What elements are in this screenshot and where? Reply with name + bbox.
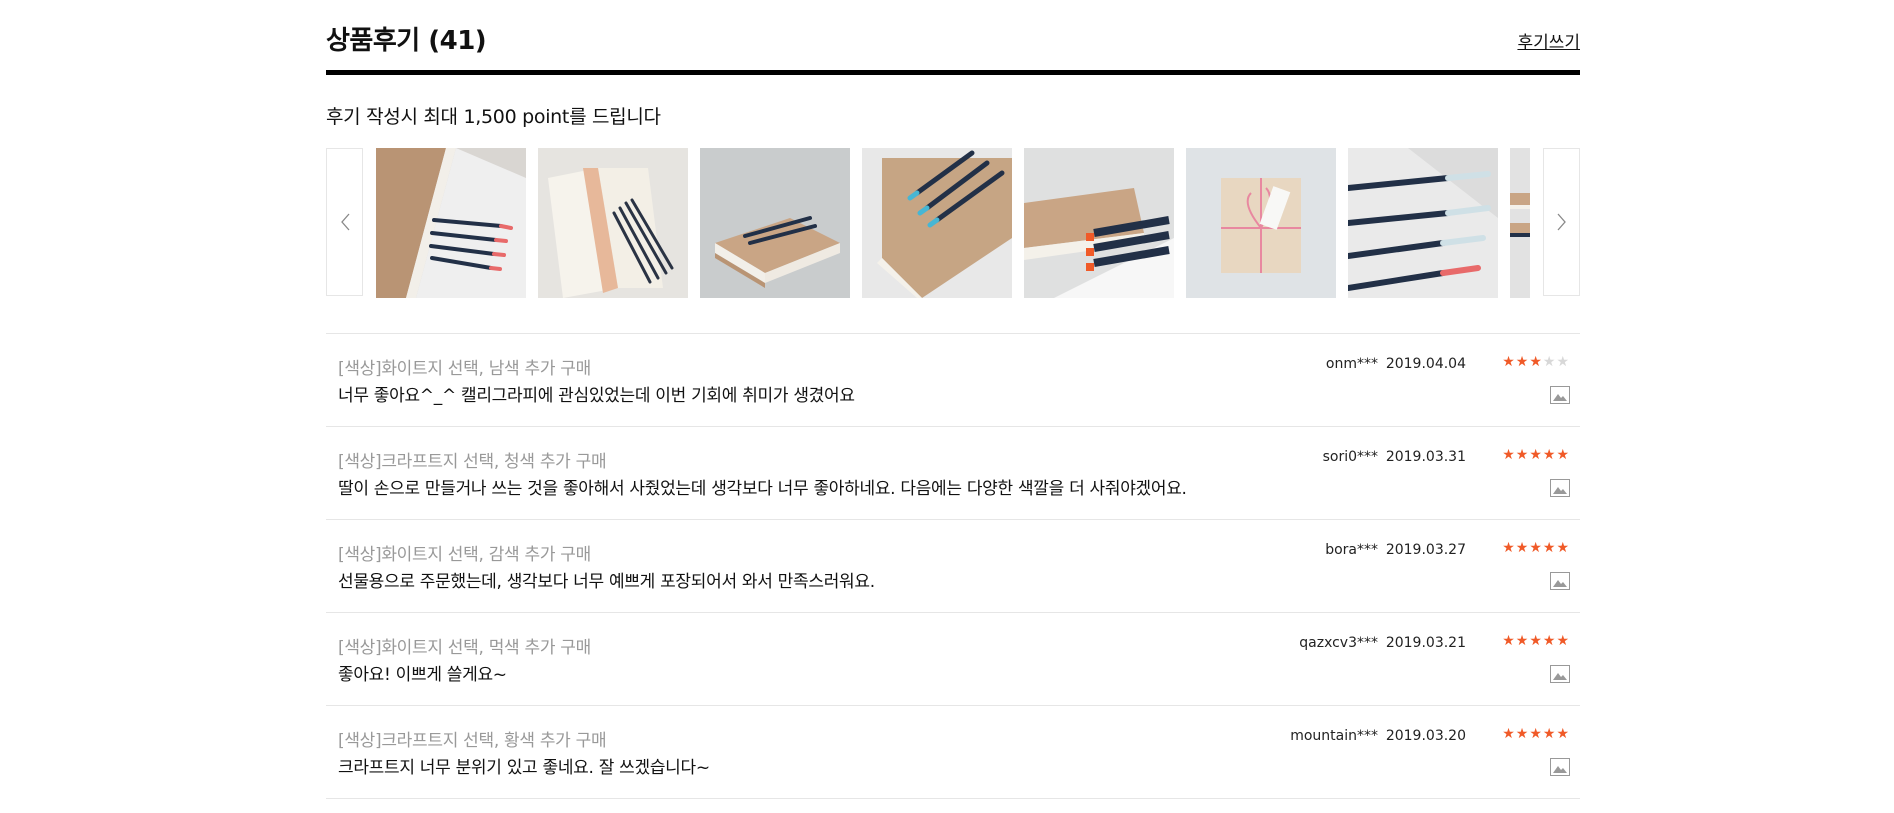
star-filled-icon: ★ [1502,354,1516,370]
write-review-link[interactable]: 후기쓰기 [1517,28,1580,53]
pens-in-row-photo [1348,148,1498,298]
star-filled-icon: ★ [1529,354,1543,370]
review-date: 2019.03.20 [1385,728,1466,744]
star-filled-icon: ★ [1515,354,1530,370]
review-item[interactable]: [색상]크라프트지 선택, 청색 추가 구매 딸이 손으로 만들거나 쓰는 것을… [326,427,1580,520]
review-thumbnail[interactable] [538,148,688,298]
star-rating: ★★★★★ [1502,633,1570,649]
reviews-section: 상품후기 (41) 후기쓰기 후기 작성시 최대 1,500 point를 드립… [326,0,1580,799]
star-filled-icon: ★ [1542,633,1557,649]
chevron-right-icon [1557,213,1566,231]
reviews-header: 상품후기 (41) 후기쓰기 [326,0,1580,76]
pens-on-notebooks-photo [700,148,850,298]
chevron-left-icon [340,213,349,231]
review-item[interactable]: [색상]화이트지 선택, 감색 추가 구매 선물용으로 주문했는데, 생각보다 … [326,520,1580,613]
notebook-with-pens-photo [376,148,526,298]
review-item[interactable]: [색상]화이트지 선택, 먹색 추가 구매 좋아요! 이쁘게 쓸게요~ qazx… [326,613,1580,706]
pens-on-kraft-notebooks-photo [862,148,1012,298]
open-notebook-with-pens-photo [538,148,688,298]
star-filled-icon: ★ [1502,633,1516,649]
review-date: 2019.03.31 [1385,449,1466,465]
review-text: 너무 좋아요^_^ 캘리그라피에 관심있었는데 이번 기회에 취미가 생겼어요 [338,386,855,406]
carousel-prev-button[interactable] [326,148,363,296]
star-rating: ★★★★★ [1502,726,1570,742]
review-date: 2019.03.21 [1385,635,1466,651]
star-rating: ★★★★★ [1502,447,1570,463]
review-option: [색상]화이트지 선택, 먹색 추가 구매 [338,638,591,658]
review-text: 크라프트지 너무 분위기 있고 좋네요. 잘 쓰겠습니다~ [338,758,710,778]
review-text: 좋아요! 이쁘게 쓸게요~ [338,665,507,685]
star-filled-icon: ★ [1502,447,1516,463]
photo-attachment-icon[interactable] [1550,758,1570,776]
header-divider [326,70,1580,75]
star-rating: ★★★★★ [1502,354,1570,370]
wrapped-gift-photo [1186,148,1336,298]
star-filled-icon: ★ [1502,726,1516,742]
star-empty-icon: ★ [1556,354,1570,370]
carousel-next-button[interactable] [1543,148,1580,296]
review-thumbnail[interactable] [700,148,850,298]
pens-beside-notebook-photo [1024,148,1174,298]
review-user: qazxcv3*** [1299,635,1378,651]
star-filled-icon: ★ [1529,447,1543,463]
star-rating: ★★★★★ [1502,540,1570,556]
review-user: onm*** [1325,356,1378,372]
photo-attachment-icon[interactable] [1550,386,1570,404]
thumbnail-strip [376,148,1530,298]
review-item[interactable]: [색상]화이트지 선택, 남색 추가 구매 너무 좋아요^_^ 캘리그라피에 관… [326,334,1580,427]
section-title: 상품후기 (41) [326,26,487,56]
star-filled-icon: ★ [1529,726,1543,742]
star-empty-icon: ★ [1542,354,1557,370]
review-option: [색상]크라프트지 선택, 황색 추가 구매 [338,731,607,751]
review-thumbnail[interactable] [1024,148,1174,298]
review-list: [색상]화이트지 선택, 남색 추가 구매 너무 좋아요^_^ 캘리그라피에 관… [326,333,1580,799]
review-text: 선물용으로 주문했는데, 생각보다 너무 예쁘게 포장되어서 와서 만족스러워요… [338,572,875,592]
star-filled-icon: ★ [1529,633,1543,649]
point-notice: 후기 작성시 최대 1,500 point를 드립니다 [326,106,661,128]
star-filled-icon: ★ [1515,726,1530,742]
star-filled-icon: ★ [1515,633,1530,649]
star-filled-icon: ★ [1515,540,1530,556]
review-user: mountain*** [1290,728,1378,744]
star-filled-icon: ★ [1542,540,1557,556]
photo-carousel [326,148,1580,298]
photo-attachment-icon[interactable] [1550,572,1570,590]
review-option: [색상]화이트지 선택, 감색 추가 구매 [338,545,591,565]
star-filled-icon: ★ [1556,540,1570,556]
star-filled-icon: ★ [1502,540,1516,556]
star-filled-icon: ★ [1556,726,1570,742]
review-thumbnail[interactable] [1186,148,1336,298]
review-option: [색상]화이트지 선택, 남색 추가 구매 [338,359,591,379]
review-date: 2019.03.27 [1385,542,1466,558]
review-user: sori0*** [1322,449,1378,465]
review-item[interactable]: [색상]크라프트지 선택, 황색 추가 구매 크라프트지 너무 분위기 있고 좋… [326,706,1580,799]
star-filled-icon: ★ [1556,447,1570,463]
star-filled-icon: ★ [1556,633,1570,649]
review-thumbnail[interactable] [376,148,526,298]
review-thumbnail[interactable] [1348,148,1498,298]
review-user: bora*** [1325,542,1378,558]
star-filled-icon: ★ [1515,447,1530,463]
star-filled-icon: ★ [1529,540,1543,556]
review-text: 딸이 손으로 만들거나 쓰는 것을 좋아해서 사줬었는데 생각보다 너무 좋아하… [338,479,1187,499]
star-filled-icon: ★ [1542,447,1557,463]
photo-attachment-icon[interactable] [1550,479,1570,497]
partial-notebook-photo [1510,148,1530,298]
star-filled-icon: ★ [1542,726,1557,742]
review-thumbnail[interactable] [862,148,1012,298]
photo-attachment-icon[interactable] [1550,665,1570,683]
review-option: [색상]크라프트지 선택, 청색 추가 구매 [338,452,607,472]
review-date: 2019.04.04 [1385,356,1466,372]
review-thumbnail[interactable] [1510,148,1530,298]
